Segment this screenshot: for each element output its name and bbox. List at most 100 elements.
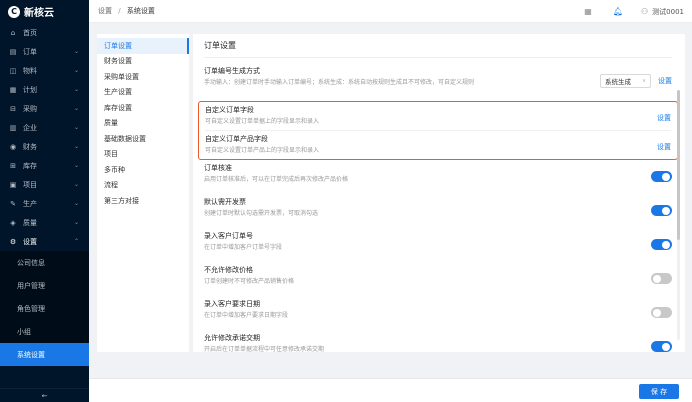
app-logo[interactable]: C 新核云 xyxy=(0,0,89,23)
setting-action xyxy=(651,273,672,284)
settings-nav-project[interactable]: 项目 xyxy=(97,147,189,163)
sidebar-subitem-role-management[interactable]: 角色管理 xyxy=(0,297,89,320)
bell-icon[interactable]: 🔔︎ xyxy=(613,7,623,17)
customer-order-number-toggle[interactable] xyxy=(651,239,672,250)
settings-nav-finance[interactable]: 财务设置 xyxy=(97,54,189,70)
sidebar-item-orders[interactable]: ▤ 订单 ⌄ xyxy=(0,42,89,61)
sidebar-item-label: 采购 xyxy=(23,104,37,113)
building-icon: ▥ xyxy=(9,123,17,132)
setting-order-approval: 订单核准 启用订单核准后，可以在订单完成后再次修改产品价格 xyxy=(204,164,672,198)
setting-title: 订单核准 xyxy=(204,164,232,172)
chevron-down-icon: ⌄ xyxy=(73,181,79,188)
setting-title: 录入客户订单号 xyxy=(204,232,253,240)
sidebar-item-plan[interactable]: ▦ 计划 ⌄ xyxy=(0,80,89,99)
toggle-knob xyxy=(662,206,670,215)
chevron-down-icon: ⌄ xyxy=(73,200,79,207)
setting-desc: 可自定义设置订单产品上的字段显示和录入 xyxy=(205,147,320,154)
section-title: 订单设置 xyxy=(204,40,672,58)
setting-custom-order-fields: 自定义订单字段 可自定义设置订单单据上的字段显示和录入 设置 xyxy=(205,102,671,130)
sidebar-item-settings[interactable]: ⚙ 设置 ⌃ xyxy=(0,232,89,251)
settings-content: 订单设置 订单编号生成方式 手动输入：创建订单时手动输入订单编号；系统生成：系统… xyxy=(193,34,685,353)
setting-desc: 创建订单时默认勾选需开发票，可取消勾选 xyxy=(204,210,319,217)
settings-nav: 订单设置 财务设置 采购单设置 生产设置 库存设置 质量 基础数据设置 项目 多… xyxy=(97,34,189,352)
sidebar: C 新核云 ⌂ 首页 ▤ 订单 ⌄ ◫ 物料 ⌄ ▦ 计划 ⌄ ⊟ 采购 ⌄ ▥… xyxy=(0,0,89,402)
toggle-knob xyxy=(653,274,661,283)
order-number-mode-select[interactable]: 系统生成 ∨ xyxy=(600,74,651,88)
sidebar-subitem-system-settings[interactable]: 系统设置 xyxy=(0,343,89,366)
settings-nav-inventory[interactable]: 库存设置 xyxy=(97,100,189,116)
order-approval-toggle[interactable] xyxy=(651,171,672,182)
setting-title: 默认需开发票 xyxy=(204,198,246,206)
grid-icon[interactable]: ▦ xyxy=(583,7,593,17)
setting-lock-price: 不允许修改价格 订单创建时不可修改产品销售价格 xyxy=(204,266,672,300)
sidebar-item-label: 设置 xyxy=(23,237,37,246)
sidebar-item-enterprise[interactable]: ▥ 企业 ⌄ xyxy=(0,118,89,137)
edit-promised-date-toggle[interactable] xyxy=(651,341,672,352)
arrow-left-icon: ← xyxy=(41,391,48,400)
settings-nav-third-party[interactable]: 第三方对接 xyxy=(97,193,189,209)
setting-action: 设置 xyxy=(657,113,671,123)
scrollbar-thumb[interactable] xyxy=(677,90,680,240)
breadcrumb-item-current: 系统设置 xyxy=(126,7,155,15)
setting-action: 系统生成 ∨ 设置 xyxy=(600,74,672,88)
sidebar-subitem-groups[interactable]: 小组 xyxy=(0,320,89,343)
settings-nav-basic-data[interactable]: 基础数据设置 xyxy=(97,131,189,147)
setting-order-number: 订单编号生成方式 手动输入：创建订单时手动输入订单编号；系统生成：系统自动按规则… xyxy=(204,67,672,101)
setting-title: 自定义订单产品字段 xyxy=(205,135,268,143)
sidebar-subitem-user-management[interactable]: 用户管理 xyxy=(0,274,89,297)
sidebar-item-label: 订单 xyxy=(23,47,37,56)
sidebar-item-label: 质量 xyxy=(23,218,37,227)
gear-icon: ⚙ xyxy=(9,237,17,246)
setting-action xyxy=(651,307,672,318)
settings-nav-purchase[interactable]: 采购单设置 xyxy=(97,69,189,85)
setting-title: 自定义订单字段 xyxy=(205,106,254,114)
save-button[interactable]: 保 存 xyxy=(639,384,679,399)
app-name: 新核云 xyxy=(24,8,54,19)
lock-price-toggle[interactable] xyxy=(651,273,672,284)
chevron-up-icon: ⌃ xyxy=(73,238,79,245)
highlighted-custom-fields: 自定义订单字段 可自定义设置订单单据上的字段显示和录入 设置 自定义订单产品字段… xyxy=(198,101,678,160)
sidebar-item-production[interactable]: ✎ 生产 ⌄ xyxy=(0,194,89,213)
footer-bar: 保 存 xyxy=(89,378,692,402)
sidebar-item-projects[interactable]: ▣ 项目 ⌄ xyxy=(0,175,89,194)
sidebar-item-inventory[interactable]: ⊞ 库存 ⌄ xyxy=(0,156,89,175)
custom-order-fields-link[interactable]: 设置 xyxy=(657,113,671,123)
customer-required-date-toggle[interactable] xyxy=(651,307,672,318)
sidebar-item-finance[interactable]: ◉ 财务 ⌄ xyxy=(0,137,89,156)
setting-desc: 在订单中增加客户要求日期字段 xyxy=(204,312,289,319)
sidebar-item-materials[interactable]: ◫ 物料 ⌄ xyxy=(0,61,89,80)
sidebar-item-label: 物料 xyxy=(23,66,37,75)
shield-icon: ◈ xyxy=(10,218,16,227)
user-menu[interactable]: ⚇ 测试0001 xyxy=(641,7,684,17)
settings-nav-currency[interactable]: 多币种 xyxy=(97,162,189,178)
project-icon: ▣ xyxy=(9,180,17,189)
inventory-icon: ⊞ xyxy=(10,161,16,170)
chevron-down-icon: ⌄ xyxy=(73,67,79,74)
settings-nav-quality[interactable]: 质量 xyxy=(97,116,189,132)
chevron-down-icon: ⌄ xyxy=(73,219,79,226)
user-icon: ⚇ xyxy=(641,7,649,16)
content-scrollbar[interactable] xyxy=(677,90,680,340)
select-value: 系统生成 xyxy=(605,78,631,86)
sidebar-subitem-company-info[interactable]: 公司信息 xyxy=(0,251,89,274)
header-actions: ▦ 🔔︎ ⚇ 测试0001 xyxy=(583,0,692,23)
settings-nav-production[interactable]: 生产设置 xyxy=(97,85,189,101)
sidebar-item-purchase[interactable]: ⊟ 采购 ⌄ xyxy=(0,99,89,118)
chevron-down-icon: ⌄ xyxy=(73,48,79,55)
sidebar-item-quality[interactable]: ◈ 质量 ⌄ xyxy=(0,213,89,232)
sidebar-item-label: 项目 xyxy=(23,180,37,189)
order-number-settings-link[interactable]: 设置 xyxy=(658,76,672,86)
settings-nav-workflow[interactable]: 流程 xyxy=(97,178,189,194)
toggle-knob xyxy=(653,308,661,317)
custom-product-fields-link[interactable]: 设置 xyxy=(657,142,671,152)
sidebar-collapse-button[interactable]: ← xyxy=(0,388,89,402)
sidebar-item-label: 计划 xyxy=(23,85,37,94)
breadcrumb-item-settings[interactable]: 设置 xyxy=(98,7,112,15)
toggle-knob xyxy=(662,172,670,181)
default-invoice-toggle[interactable] xyxy=(651,205,672,216)
sidebar-item-label: 库存 xyxy=(23,161,37,170)
settings-nav-order[interactable]: 订单设置 xyxy=(97,38,189,54)
materials-icon: ◫ xyxy=(9,66,17,75)
sidebar-item-home[interactable]: ⌂ 首页 xyxy=(0,23,89,42)
chevron-down-icon: ⌄ xyxy=(73,143,79,150)
